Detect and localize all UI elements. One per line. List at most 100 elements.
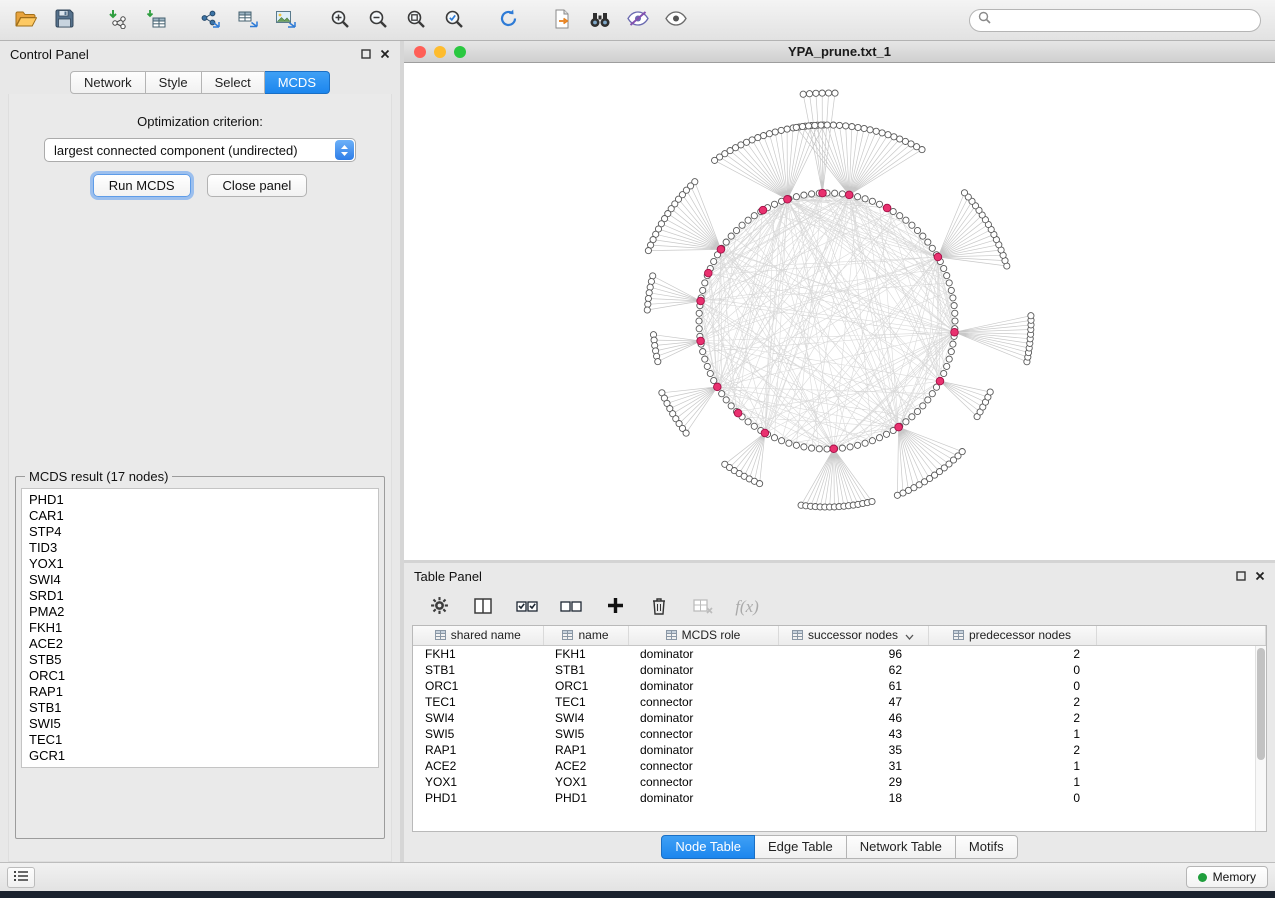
network-node[interactable] [816,446,822,452]
cell-role[interactable]: connector [628,758,778,774]
dominator-node[interactable] [759,206,767,214]
network-node[interactable] [812,122,818,128]
cell-predecessors[interactable]: 1 [928,774,1096,790]
network-node[interactable] [648,278,654,284]
export-document-button[interactable] [544,4,580,36]
cell-predecessors[interactable]: 0 [928,678,1096,694]
mcds-node-stp4[interactable]: STP4 [29,524,371,540]
network-node[interactable] [961,190,967,196]
network-node[interactable] [867,127,873,133]
tab-network-table[interactable]: Network Table [847,835,956,859]
network-node[interactable] [946,356,952,362]
float-table-panel-icon[interactable] [1236,571,1246,581]
table-row[interactable]: PHD1PHD1dominator180 [413,790,1266,806]
mcds-node-fkh1[interactable]: FKH1 [29,620,371,636]
cell-role[interactable]: connector [628,726,778,742]
table-row[interactable]: SWI4SWI4dominator462 [413,710,1266,726]
mcds-node-stb5[interactable]: STB5 [29,652,371,668]
network-node[interactable] [946,280,952,286]
network-node[interactable] [948,287,954,293]
network-node[interactable] [700,287,706,293]
table-row[interactable]: ACE2ACE2connector311 [413,758,1266,774]
network-node[interactable] [952,310,958,316]
network-node[interactable] [855,194,861,200]
mcds-node-srd1[interactable]: SRD1 [29,588,371,604]
network-node[interactable] [655,359,661,365]
network-node[interactable] [925,239,931,245]
network-node[interactable] [836,122,842,128]
column-header-mcds-role[interactable]: MCDS role [628,626,778,645]
cell-shared-name[interactable]: FKH1 [413,645,543,662]
minimize-window-icon[interactable] [434,46,446,58]
network-node[interactable] [711,377,717,383]
tab-network[interactable]: Network [70,71,146,94]
network-node[interactable] [862,196,868,202]
mcds-node-orc1[interactable]: ORC1 [29,668,371,684]
network-node[interactable] [786,440,792,446]
dominator-node[interactable] [705,269,713,277]
cell-shared-name[interactable]: RAP1 [413,742,543,758]
network-node[interactable] [745,217,751,223]
cell-role[interactable]: dominator [628,645,778,662]
dominator-node[interactable] [845,191,853,199]
cell-predecessors[interactable]: 2 [928,710,1096,726]
cell-successors[interactable]: 29 [778,774,928,790]
cell-shared-name[interactable]: STB1 [413,662,543,678]
network-node[interactable] [733,227,739,233]
mcds-node-yox1[interactable]: YOX1 [29,556,371,572]
network-node[interactable] [702,280,708,286]
zoom-selected-button[interactable] [436,4,472,36]
network-node[interactable] [771,201,777,207]
close-table-panel-icon[interactable] [1255,571,1265,581]
dominator-node[interactable] [697,337,705,345]
network-node[interactable] [723,397,729,403]
dominator-node[interactable] [717,246,725,254]
network-node[interactable] [801,192,807,198]
mcds-node-phd1[interactable]: PHD1 [29,492,371,508]
network-node[interactable] [903,217,909,223]
table-scrollbar[interactable] [1255,646,1266,831]
network-node[interactable] [766,131,772,137]
network-node[interactable] [839,445,845,451]
network-graph[interactable] [404,63,1275,560]
export-network-button[interactable] [192,4,228,36]
memory-button[interactable]: Memory [1186,866,1268,888]
network-node[interactable] [869,198,875,204]
mcds-node-pma2[interactable]: PMA2 [29,604,371,620]
network-node[interactable] [869,498,875,504]
cell-predecessors[interactable]: 2 [928,645,1096,662]
cell-shared-name[interactable]: SWI5 [413,726,543,742]
network-node[interactable] [832,190,838,196]
tab-mcds[interactable]: MCDS [265,71,330,94]
cell-role[interactable]: dominator [628,742,778,758]
cell-role[interactable]: dominator [628,678,778,694]
network-node[interactable] [696,310,702,316]
cell-successors[interactable]: 35 [778,742,928,758]
table-row[interactable]: STB1STB1dominator620 [413,662,1266,678]
scrollbar-thumb[interactable] [1257,648,1265,760]
cell-successors[interactable]: 31 [778,758,928,774]
network-node[interactable] [914,408,920,414]
network-node[interactable] [891,134,897,140]
network-node[interactable] [645,295,651,301]
network-node[interactable] [719,391,725,397]
network-node[interactable] [712,157,718,163]
export-table-button[interactable] [230,4,266,36]
network-node[interactable] [944,273,950,279]
cell-successors[interactable]: 18 [778,790,928,806]
panel-selector-button[interactable] [7,867,35,888]
cell-shared-name[interactable]: ORC1 [413,678,543,694]
network-node[interactable] [909,222,915,228]
network-node[interactable] [696,318,702,324]
network-node[interactable] [855,124,861,130]
zoom-fit-button[interactable] [398,4,434,36]
network-node[interactable] [909,414,915,420]
import-table-button[interactable] [138,4,174,36]
close-mcds-panel-button[interactable]: Close panel [207,174,308,197]
mcds-node-rap1[interactable]: RAP1 [29,684,371,700]
cell-predecessors[interactable]: 1 [928,726,1096,742]
network-node[interactable] [832,90,838,96]
cell-successors[interactable]: 47 [778,694,928,710]
network-node[interactable] [728,403,734,409]
open-session-button[interactable] [8,4,44,36]
